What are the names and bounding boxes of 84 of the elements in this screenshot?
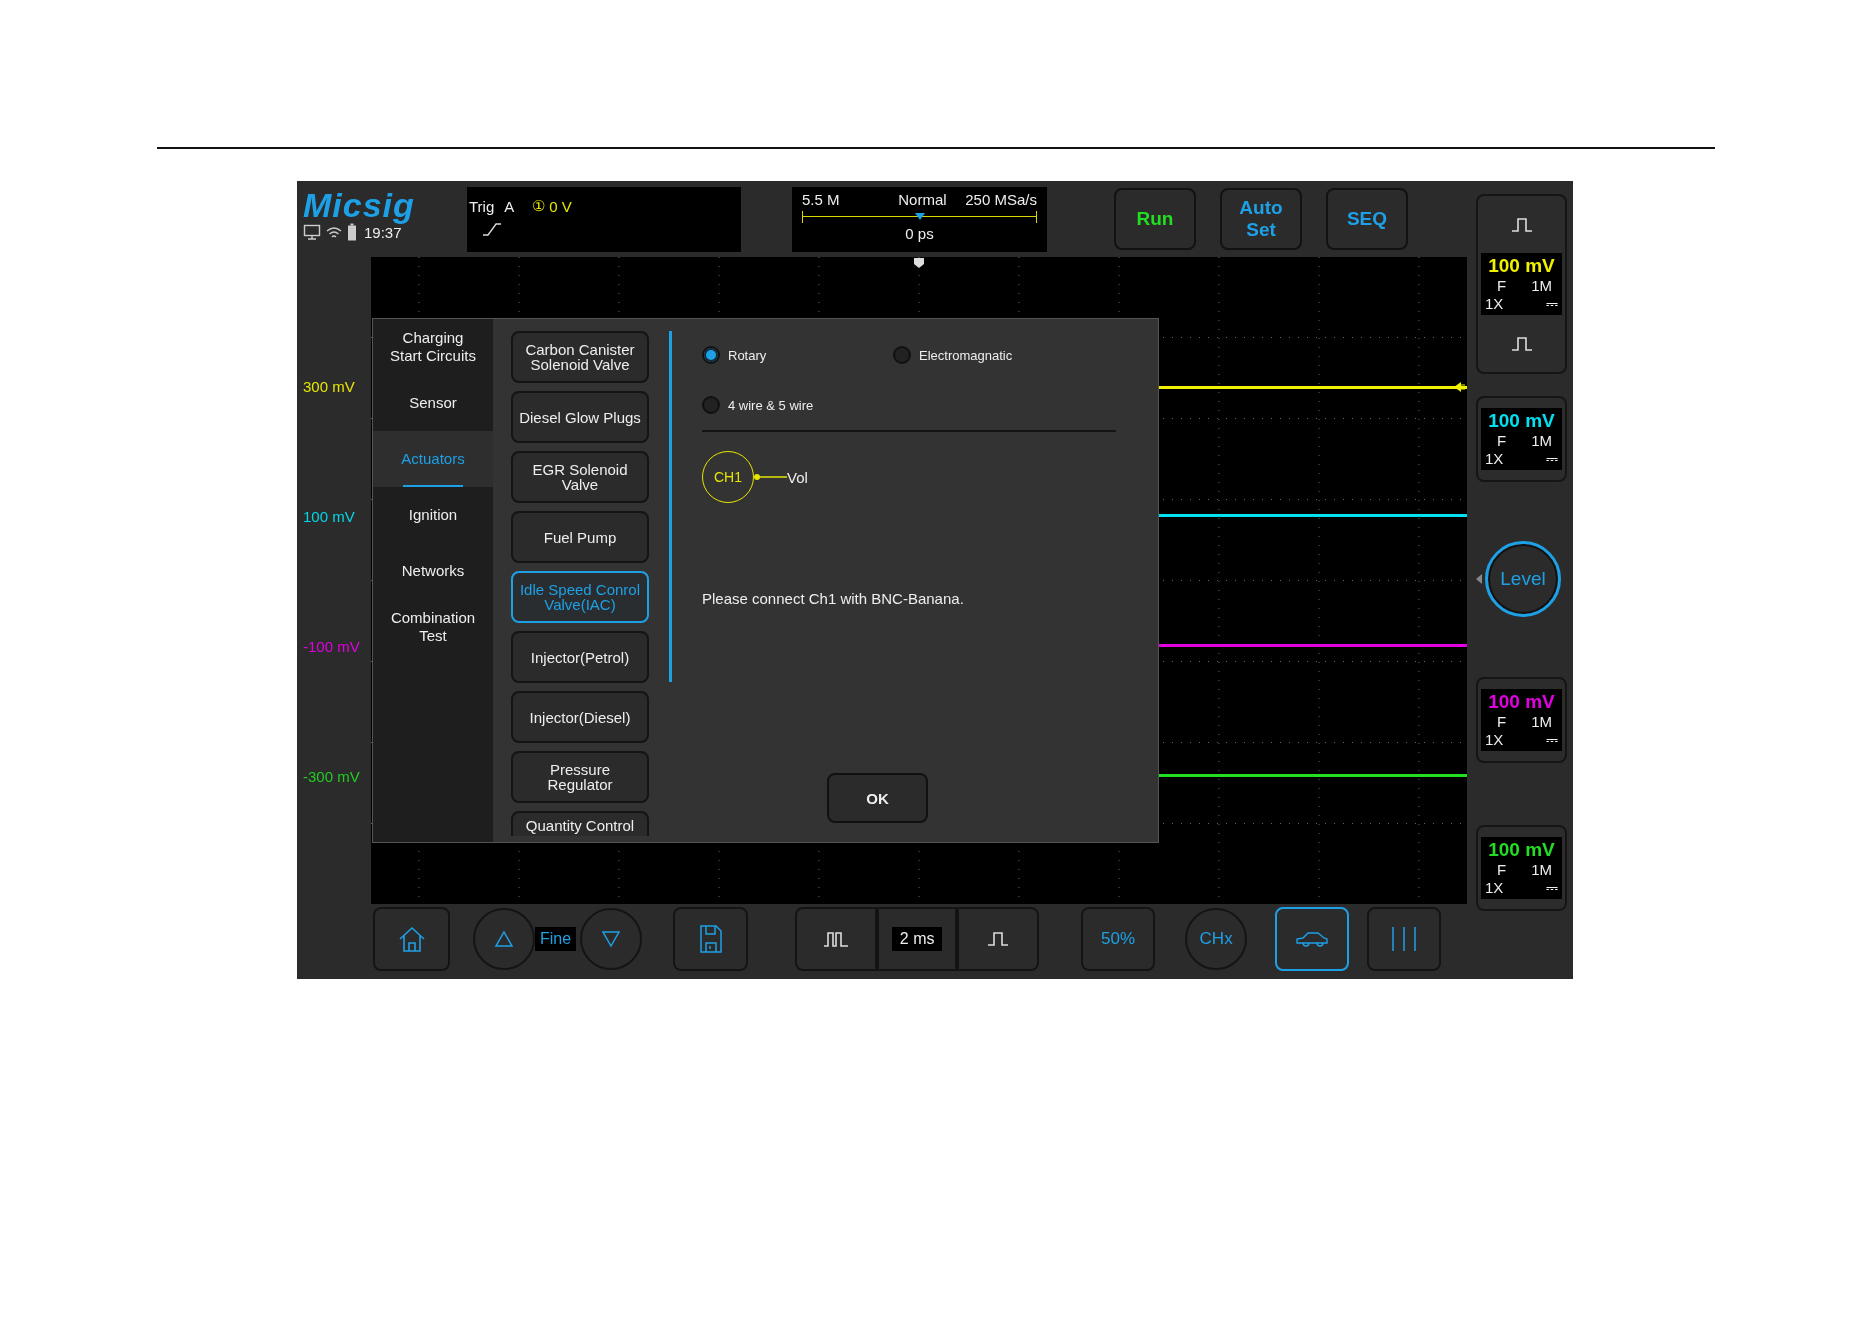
test-button[interactable]: Carbon Canister Solenoid Valve bbox=[511, 331, 649, 383]
coupling-label: F bbox=[1497, 861, 1507, 879]
instruction-text: Please connect Ch1 with BNC-Banana. bbox=[702, 590, 965, 607]
probe-label: 1X bbox=[1485, 731, 1504, 749]
axis-label: 100 mV bbox=[303, 507, 356, 527]
dc-symbol: ⎓ bbox=[1546, 295, 1558, 313]
monitor-icon bbox=[303, 224, 321, 240]
test-button[interactable]: Fuel Pump bbox=[511, 511, 649, 563]
clock-time: 19:37 bbox=[364, 223, 402, 241]
time-offset: 0 ps bbox=[904, 225, 935, 242]
triangle-down-icon bbox=[601, 929, 622, 948]
home-button[interactable] bbox=[373, 906, 450, 971]
test-button[interactable]: Injector(Petrol) bbox=[511, 631, 649, 683]
fine-label: Fine bbox=[535, 926, 577, 951]
radio-option[interactable]: 4 wire & 5 wire bbox=[702, 390, 893, 420]
pulse-button[interactable] bbox=[795, 906, 878, 971]
signal-label: Vol bbox=[787, 468, 808, 486]
probe-label: 1X bbox=[1485, 450, 1504, 468]
dc-symbol: ⎓ bbox=[1546, 879, 1558, 897]
impedance-label: 1M bbox=[1531, 713, 1552, 731]
category-tab[interactable]: Sensor bbox=[373, 375, 493, 431]
acquisition-mode: Normal bbox=[898, 191, 947, 208]
channel-card[interactable]: 100 mV F 1M 1X ⎓ bbox=[1476, 825, 1567, 911]
coupling-label: F bbox=[1497, 713, 1507, 731]
radio-option[interactable]: Rotary bbox=[702, 340, 893, 370]
test-button[interactable]: Idle Speed Conrol Valve(IAC) bbox=[511, 571, 649, 623]
category-tab[interactable]: Combination Test bbox=[373, 599, 493, 655]
channel-mark: ① bbox=[532, 197, 546, 215]
channel-card[interactable]: 100 mV F 1M 1X ⎓ bbox=[1476, 396, 1567, 482]
connector-line bbox=[753, 472, 787, 482]
rising-edge-icon bbox=[481, 221, 503, 237]
category-tab[interactable]: Networks bbox=[373, 543, 493, 599]
wifi-icon bbox=[325, 224, 343, 240]
channel-scale: 100 mV bbox=[1487, 410, 1556, 432]
axis-label: 300 mV bbox=[303, 377, 356, 397]
dc-symbol: ⎓ bbox=[1546, 731, 1558, 749]
test-button[interactable]: Quantity Control bbox=[511, 811, 649, 836]
trigger-label: Trig bbox=[469, 197, 495, 215]
channel-scale: 100 mV bbox=[1487, 691, 1556, 713]
category-tab[interactable]: Actuators bbox=[373, 431, 493, 487]
test-button[interactable]: Pressure Regulator bbox=[511, 751, 649, 803]
trigger-position-icon[interactable] bbox=[913, 257, 925, 269]
test-button[interactable]: Injector(Diesel) bbox=[511, 691, 649, 743]
floppy-icon bbox=[698, 923, 723, 954]
channel-scale: 100 mV bbox=[1487, 839, 1556, 861]
mode-button[interactable]: Run bbox=[1114, 188, 1196, 250]
level-button[interactable]: Level bbox=[1485, 541, 1561, 617]
test-button[interactable]: EGR Solenoid Valve bbox=[511, 451, 649, 503]
level-pointer-icon bbox=[1476, 574, 1482, 584]
time-scale-button[interactable]: 2 ms bbox=[877, 906, 958, 971]
percent-button[interactable]: 50% bbox=[1081, 906, 1156, 971]
axis-label: -300 mV bbox=[303, 767, 361, 787]
save-button[interactable] bbox=[673, 906, 749, 971]
probe-label: 1X bbox=[1485, 295, 1504, 313]
channel-card[interactable]: 100 mV F 1M 1X ⎓ bbox=[1476, 677, 1567, 763]
trigger-level: 0 V bbox=[549, 197, 572, 215]
mode-button[interactable]: Auto Set bbox=[1220, 188, 1302, 250]
sample-rate: 250 MSa/s bbox=[965, 191, 1037, 208]
impedance-label: 1M bbox=[1531, 277, 1552, 295]
axis-label: -100 mV bbox=[303, 637, 361, 657]
impedance-label: 1M bbox=[1531, 432, 1552, 450]
coupling-label: F bbox=[1497, 277, 1507, 295]
channel-button[interactable]: CHx bbox=[1185, 907, 1248, 970]
car-button[interactable] bbox=[1275, 906, 1350, 971]
channel-card[interactable]: 100 mV F 1M 1X ⎓ bbox=[1476, 194, 1567, 374]
category-tab[interactable]: Ignition bbox=[373, 487, 493, 543]
memory-depth: 5.5 M bbox=[802, 191, 840, 208]
channel-scale: 100 mV bbox=[1487, 255, 1556, 277]
mode-button[interactable]: SEQ bbox=[1326, 188, 1408, 250]
dc-symbol: ⎓ bbox=[1546, 450, 1558, 468]
coupling-label: F bbox=[1497, 432, 1507, 450]
trigger-source: A bbox=[504, 197, 515, 215]
radio-option[interactable]: Electromagnatic bbox=[893, 340, 1093, 370]
trigger-level-icon[interactable] bbox=[1453, 381, 1465, 393]
impedance-label: 1M bbox=[1531, 861, 1552, 879]
brand-logo: Micsig bbox=[303, 187, 416, 223]
menu-button[interactable] bbox=[1367, 906, 1442, 971]
ok-button[interactable]: OK bbox=[827, 773, 928, 823]
category-tab[interactable]: Charging Start Circuits bbox=[373, 319, 493, 375]
battery-icon bbox=[347, 223, 357, 241]
triangle-up-icon bbox=[494, 929, 514, 948]
test-button[interactable]: Diesel Glow Plugs bbox=[511, 391, 649, 443]
time-position-slider[interactable] bbox=[802, 211, 1037, 223]
probe-label: 1X bbox=[1485, 879, 1504, 897]
